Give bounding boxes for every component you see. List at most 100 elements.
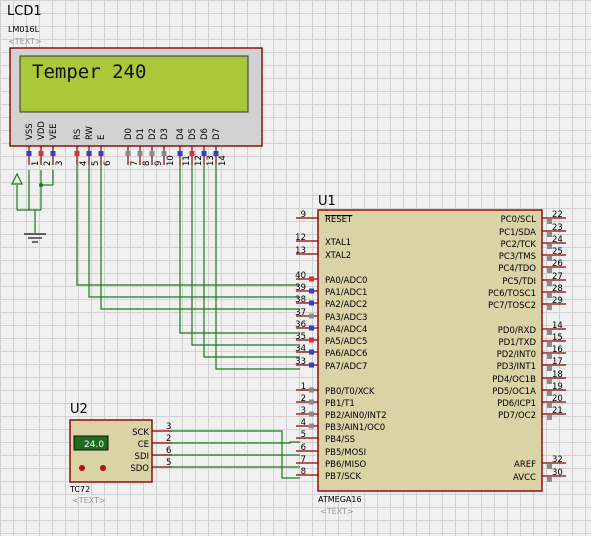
mcu-pin-number: 17 (552, 357, 563, 367)
logic-state-indicator (309, 337, 314, 343)
mcu-pin-name: RESET (325, 215, 353, 225)
lcd-pin-name: VSS (25, 123, 35, 140)
logic-state-indicator (86, 151, 92, 156)
logic-state-indicator (309, 362, 314, 368)
lcd-component[interactable]: LCD1 LM016L <TEXT> Temper 240 VSS 1 VDD 2 VE… (7, 4, 263, 166)
mcu-pin-number: 24 (552, 235, 563, 245)
mcu-pin-name: AREF (514, 460, 536, 470)
mcu-pin-name: PB2/AIN0/INT2 (325, 411, 387, 421)
mcu-pin-number: 13 (295, 246, 306, 256)
logic-state-indicator (309, 300, 314, 306)
mcu-pin-name: PA3/ADC3 (325, 313, 367, 323)
mcu-pin-name: PD3/INT1 (497, 362, 536, 372)
logic-state-indicator (547, 477, 552, 482)
lcd-part-label: LM016L (8, 25, 40, 34)
lcd-pin-number: 7 (130, 161, 140, 166)
sensor-display-value: 24.0 (84, 440, 104, 450)
mcu-pin-number: 18 (552, 370, 563, 380)
mcu-pin-number: 23 (552, 223, 563, 233)
mcu-pin-name: PD4/OC1B (492, 375, 536, 385)
logic-state-indicator (189, 151, 195, 156)
logic-state-indicator (74, 151, 80, 156)
mcu-pin-number: 2 (301, 394, 306, 404)
mcu-part-label: ATMEGA16 (318, 495, 362, 504)
mcu-pin-name: PA1/ADC1 (325, 288, 367, 298)
lcd-pin-name: D7 (212, 128, 222, 140)
logic-state-indicator (309, 276, 314, 282)
mcu-pin-name: PB7/SCK (325, 472, 362, 482)
mcu-pin-name: PA0/ADC0 (325, 276, 367, 286)
lcd-pin-number: 10 (166, 155, 176, 166)
mcu-pin-number: 20 (552, 394, 563, 404)
mcu-pin-name: PA7/ADC7 (325, 362, 367, 372)
logic-state-indicator (98, 151, 104, 156)
sensor-pin-name: CE (138, 440, 149, 450)
mcu-pin-name: PD6/ICP1 (497, 399, 536, 409)
mcu-pin-name: PD1/TXD (498, 338, 536, 348)
lcd-pin-number: 12 (194, 155, 204, 166)
lcd-pin-name: VEE (49, 123, 59, 140)
mcu-pin-number: 25 (552, 247, 563, 257)
sensor-pin-number: 3 (166, 422, 171, 432)
mcu-pin-name: PC6/TOSC1 (488, 289, 536, 299)
mcu-pin-number: 1 (301, 382, 306, 392)
lcd-ref-label: LCD1 (7, 4, 42, 19)
logic-state-indicator (309, 387, 314, 393)
mcu-pin-name: PD0/RXD (498, 326, 537, 336)
mcu-pin-name: PC3/TMS (499, 252, 536, 262)
mcu-pin-name: PC4/TDO (498, 264, 536, 274)
lcd-pin-number: 6 (103, 161, 113, 166)
mcu-pin-number: 22 (552, 210, 563, 220)
mcu-pin-number: 19 (552, 382, 563, 392)
mcu-pin-name: PB5/MOSI (325, 448, 366, 458)
mcu-pin-number: 40 (295, 271, 306, 281)
lcd-pin-name: RS (73, 129, 83, 140)
ground-symbol (11, 170, 54, 243)
mcu-pin-name: PB0/T0/XCK (325, 387, 375, 397)
logic-state-indicator (309, 313, 314, 319)
mcu-pin-number: 5 (301, 430, 306, 440)
logic-state-indicator (161, 151, 167, 156)
lcd-pin-name: D3 (160, 128, 170, 140)
mcu-pin-name: XTAL1 (325, 238, 351, 248)
logic-state-indicator (309, 411, 314, 417)
logic-state-indicator (201, 151, 207, 156)
logic-state-indicator (309, 423, 314, 429)
lcd-pin-name: E (97, 135, 107, 140)
mcu-pin-number: 33 (295, 357, 306, 367)
mcu-pin-number: 29 (552, 296, 563, 306)
mcu-pin-name: PD7/OC2 (498, 411, 536, 421)
mcu-pin-number: 6 (301, 443, 306, 453)
mcu-pin-name: PA2/ADC2 (325, 300, 367, 310)
lcd-pin-number: 5 (91, 161, 101, 166)
logic-state-indicator (547, 415, 552, 420)
sensor-ref-label: U2 (70, 402, 88, 417)
mcu-pin-number: 14 (552, 321, 563, 331)
lcd-pin-number: 11 (182, 155, 192, 166)
mcu-ref-label: U1 (318, 194, 336, 209)
mcu-pin-name: PB4/SS (325, 435, 355, 445)
logic-state-indicator (177, 151, 183, 156)
logic-state-indicator (50, 151, 56, 156)
mcu-text-tag: <TEXT> (320, 507, 354, 516)
lcd-pin-name: D0 (124, 128, 134, 140)
mcu-pin-number: 9 (301, 210, 306, 220)
mcu-pin-number: 28 (552, 284, 563, 294)
lcd-pin-number: 1 (31, 161, 41, 166)
mcu-pin-number: 32 (552, 455, 563, 465)
mcu-pin-name: XTAL2 (325, 251, 351, 261)
logic-state-indicator (547, 305, 552, 310)
schematic-canvas[interactable]: LCD1 LM016L <TEXT> Temper 240 VSS 1 VDD 2 VE… (0, 0, 591, 536)
logic-state-indicator (309, 399, 314, 405)
mcu-pin-name: PA5/ADC5 (325, 337, 367, 347)
mcu-pin-name: PA6/ADC6 (325, 349, 367, 359)
mcu-pin-number: 16 (552, 345, 563, 355)
lcd-display-text: Temper 240 (32, 61, 146, 83)
logic-state-indicator (125, 151, 131, 156)
logic-state-indicator (26, 151, 32, 156)
sensor-component[interactable]: U2 24.0 TC72 <TEXT> SCK 3 CE 2 SDI 6 SDO 5 (69, 402, 172, 505)
mcu-component[interactable]: U1 ATMEGA16 <TEXT> 9 RESET 1 2 XTAL1 13 XTAL2 4… (295, 194, 566, 516)
mcu-pin-number: 30 (552, 468, 563, 478)
sensor-pin-name: SCK (132, 428, 149, 438)
lcd-pin-name: D4 (176, 128, 186, 140)
